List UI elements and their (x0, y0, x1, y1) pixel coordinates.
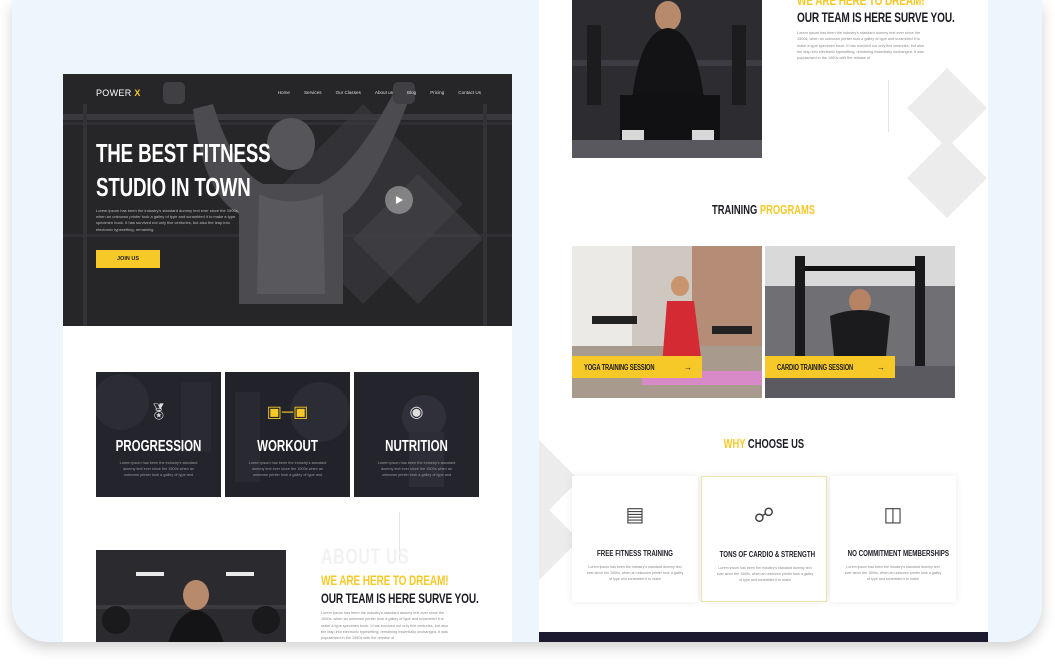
nav-contact-us[interactable]: Contact Us (458, 90, 481, 95)
feature-bg (225, 372, 350, 497)
feature-text: Lorem ipsum has been the industry's stan… (248, 461, 327, 477)
nav-blog[interactable]: Blog (407, 90, 416, 95)
play-video-button[interactable] (385, 186, 413, 214)
programs-heading-dark: TRAINING (712, 202, 758, 217)
feature-card-nutrition[interactable]: ◉ NUTRITION Lorem ipsum has been the ind… (354, 372, 479, 497)
why-card-text: Lorem ipsum has been the industry's stan… (586, 565, 684, 581)
page-left: POWER X Home Services Our Classes About … (63, 74, 512, 642)
feature-title: NUTRITION (385, 438, 448, 455)
divider-line (888, 80, 889, 132)
logo-accent: X (134, 88, 141, 98)
nav-services[interactable]: Services (304, 90, 322, 95)
about-text: Lorem ipsum has been the industry's stan… (321, 611, 449, 641)
why-card-title: TONS OF CARDIO & STRENGTH (719, 549, 816, 559)
program-label[interactable]: CARDIO TRAINING SESSION → (765, 356, 895, 378)
about-heading-yellow-right: WE ARE HERE TO DREAM! (797, 0, 925, 8)
hero-description: Lorem ipsum has been the industry's stan… (96, 208, 239, 232)
footer-bar (539, 632, 988, 642)
program-label-text: CARDIO TRAINING SESSION (777, 362, 854, 372)
feature-card-workout[interactable]: ▣─▣ WORKOUT Lorem ipsum has been the ind… (225, 372, 350, 497)
gift-icon: ◫ (883, 504, 903, 526)
feature-text: Lorem ipsum has been the industry's stan… (377, 461, 456, 477)
exercise-bike-icon: ☍ (753, 505, 775, 527)
program-card-yoga[interactable]: YOGA TRAINING SESSION → (572, 246, 762, 398)
why-heading: WHY CHOOSE US (539, 435, 988, 453)
programs-heading-yellow: PROGRAMS (759, 202, 815, 217)
feature-bg (96, 372, 221, 497)
why-heading-yellow: WHY (723, 436, 745, 451)
arrow-right-icon: → (877, 362, 885, 372)
nav-our-classes[interactable]: Our Classes (336, 90, 361, 95)
hero-title: THE BEST FITNESS STUDIO IN TOWN (96, 136, 271, 204)
program-label[interactable]: YOGA TRAINING SESSION → (572, 356, 702, 378)
join-us-button[interactable]: JOIN US (96, 250, 160, 268)
about-image-right (572, 0, 762, 158)
about-heading-yellow: WE ARE HERE TO DREAM! (321, 572, 449, 588)
why-card-title: FREE FITNESS TRAINING (597, 548, 673, 558)
nav-about-us[interactable]: About us (375, 90, 393, 95)
about-heading-dark: OUR TEAM IS HERE SURVE YOU. (321, 590, 479, 606)
why-card-cardio-strength[interactable]: ☍ TONS OF CARDIO & STRENGTH Lorem ipsum … (701, 476, 827, 602)
about-photo (96, 550, 286, 642)
feature-bg (354, 372, 479, 497)
program-card-cardio[interactable]: CARDIO TRAINING SESSION → (765, 246, 955, 398)
preview-frame: POWER X Home Services Our Classes About … (12, 0, 1042, 642)
hero-title-line2: STUDIO IN TOWN (96, 172, 251, 202)
why-card-free-training[interactable]: ▤ FREE FITNESS TRAINING Lorem ipsum has … (572, 476, 698, 602)
about-photo (572, 0, 762, 158)
about-text-right: Lorem ipsum has been the industry's stan… (797, 31, 925, 61)
why-card-text: Lorem ipsum has been the industry's stan… (844, 565, 942, 581)
dumbbell-icon: ▣─▣ (266, 404, 309, 421)
hero-section: POWER X Home Services Our Classes About … (63, 74, 512, 326)
why-card-text: Lorem ipsum has been the industry's stan… (716, 566, 814, 582)
program-label-text: YOGA TRAINING SESSION (584, 362, 655, 372)
play-icon (396, 196, 403, 204)
why-card-no-commitment[interactable]: ◫ NO COMMITMENT MEMBERSHIPS Lorem ipsum … (830, 476, 956, 602)
nav-home[interactable]: Home (278, 90, 290, 95)
feature-card-progression[interactable]: 🏅︎ PROGRESSION Lorem ipsum has been the … (96, 372, 221, 497)
about-image (96, 550, 286, 642)
about-watermark: ABOUT US (321, 544, 410, 569)
main-nav: Home Services Our Classes About us Blog … (278, 90, 481, 95)
hero-title-line1: THE BEST FITNESS (96, 138, 271, 168)
why-card-title: NO COMMITMENT MEMBERSHIPS (847, 548, 950, 558)
feature-text: Lorem ipsum has been the industry's stan… (119, 461, 198, 477)
nav-pricing[interactable]: Pricing (430, 90, 444, 95)
medal-icon: 🏅︎ (148, 404, 169, 421)
programs-heading: TRAINING PROGRAMS (539, 201, 988, 219)
brand-logo[interactable]: POWER X (96, 88, 141, 98)
nutrition-icon: ◉ (409, 404, 424, 421)
page-right: WE ARE HERE TO DREAM! OUR TEAM IS HERE S… (539, 0, 988, 642)
about-heading-dark-right: OUR TEAM IS HERE SURVE YOU. (797, 9, 955, 25)
logo-text: POWER (96, 88, 132, 98)
feature-title: PROGRESSION (115, 438, 202, 455)
why-heading-dark: CHOOSE US (747, 436, 804, 451)
feature-title: WORKOUT (257, 438, 318, 455)
muscle-icon: ▤ (625, 504, 645, 526)
arrow-right-icon: → (684, 362, 692, 372)
